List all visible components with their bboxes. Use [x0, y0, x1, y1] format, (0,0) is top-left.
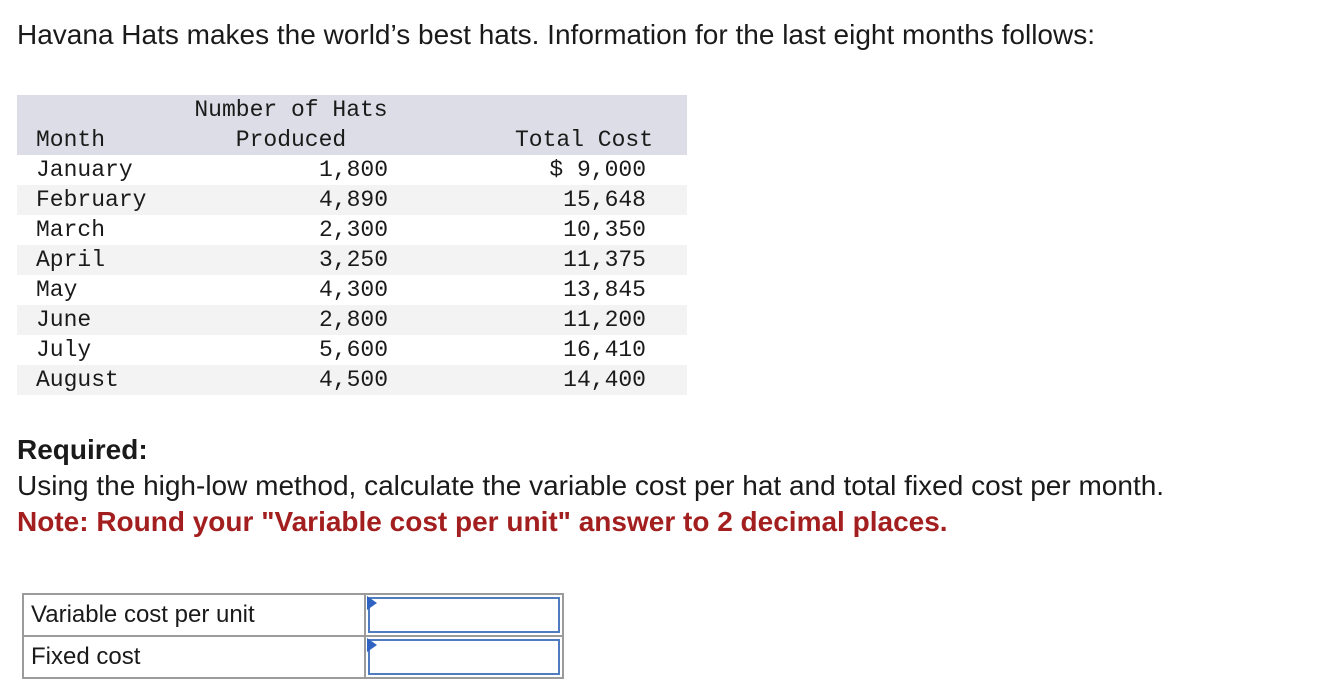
hats-value: 5,600: [318, 337, 388, 363]
fixed-cost-input[interactable]: [368, 639, 560, 675]
hats-cell: 4,890: [226, 185, 426, 215]
rounding-note: Note: Round your "Variable cost per unit…: [17, 506, 948, 537]
hats-value: 4,300: [318, 277, 388, 303]
fixed-cost-label: Fixed cost: [22, 635, 366, 679]
input-marker-icon: [367, 596, 377, 610]
fixed-cost-cell: [364, 635, 564, 679]
required-title: Required:: [17, 434, 148, 465]
month-cell: February: [36, 187, 147, 213]
answer-table: Variable cost per unit Fixed cost: [22, 593, 564, 679]
table-row: February 4,890 15,648: [17, 185, 687, 215]
required-section: Required: Using the high-low method, cal…: [17, 432, 1164, 540]
cost-cell: 16,410: [563, 337, 646, 363]
cost-cell: 13,845: [563, 277, 646, 303]
hats-value: 4,890: [318, 187, 388, 213]
month-cell: June: [36, 307, 92, 333]
hats-value: 2,300: [318, 217, 388, 243]
hats-cell: 1,800: [226, 155, 426, 185]
table-row: August 4,500 14,400: [17, 365, 687, 395]
hats-cell: 4,500: [226, 365, 426, 395]
cost-cell: 10,350: [563, 217, 646, 243]
table-header-row: Month Number of Hats Produced Total Cost: [17, 95, 687, 155]
header-total-cost: Total Cost: [514, 127, 653, 153]
required-text: Using the high-low method, calculate the…: [17, 470, 1165, 501]
cost-cell: 14,400: [563, 367, 646, 393]
cost-cell: $ 9,000: [549, 157, 646, 183]
intro-text: Havana Hats makes the world’s best hats.…: [17, 19, 1095, 50]
answer-row-variable-cost: Variable cost per unit: [22, 593, 564, 637]
input-marker-icon: [367, 638, 377, 652]
hats-data-table: Month Number of Hats Produced Total Cost …: [17, 95, 687, 395]
variable-cost-label: Variable cost per unit: [22, 593, 366, 637]
hats-value: 4,500: [318, 367, 388, 393]
hats-cell: 3,250: [226, 245, 426, 275]
hats-cell: 2,300: [226, 215, 426, 245]
table-row: January 1,800 $ 9,000: [17, 155, 687, 185]
month-cell: April: [36, 247, 106, 273]
cost-cell: 11,200: [563, 307, 646, 333]
table-row: June 2,800 11,200: [17, 305, 687, 335]
header-hats-line1: Number of Hats: [194, 97, 388, 123]
month-cell: August: [36, 367, 119, 393]
table-row: July 5,600 16,410: [17, 335, 687, 365]
hats-value: 3,250: [318, 247, 388, 273]
cost-cell: 15,648: [563, 187, 646, 213]
month-cell: March: [36, 217, 106, 243]
table-row: April 3,250 11,375: [17, 245, 687, 275]
table-row: March 2,300 10,350: [17, 215, 687, 245]
answer-row-fixed-cost: Fixed cost: [22, 635, 564, 679]
variable-cost-cell: [364, 593, 564, 637]
header-hats-line2: Produced: [235, 127, 347, 153]
variable-cost-input[interactable]: [368, 597, 560, 633]
header-hats-label: Number of Hats Produced: [166, 95, 416, 155]
table-row: May 4,300 13,845: [17, 275, 687, 305]
hats-cell: 5,600: [226, 335, 426, 365]
month-cell: January: [36, 157, 133, 183]
header-hats-produced: Number of Hats Produced: [194, 95, 426, 155]
hats-value: 2,800: [318, 307, 388, 333]
month-cell: May: [36, 277, 78, 303]
hats-cell: 4,300: [226, 275, 426, 305]
cost-cell: 11,375: [563, 247, 646, 273]
month-cell: July: [36, 337, 92, 363]
hats-cell: 2,800: [226, 305, 426, 335]
hats-value: 1,800: [318, 157, 388, 183]
